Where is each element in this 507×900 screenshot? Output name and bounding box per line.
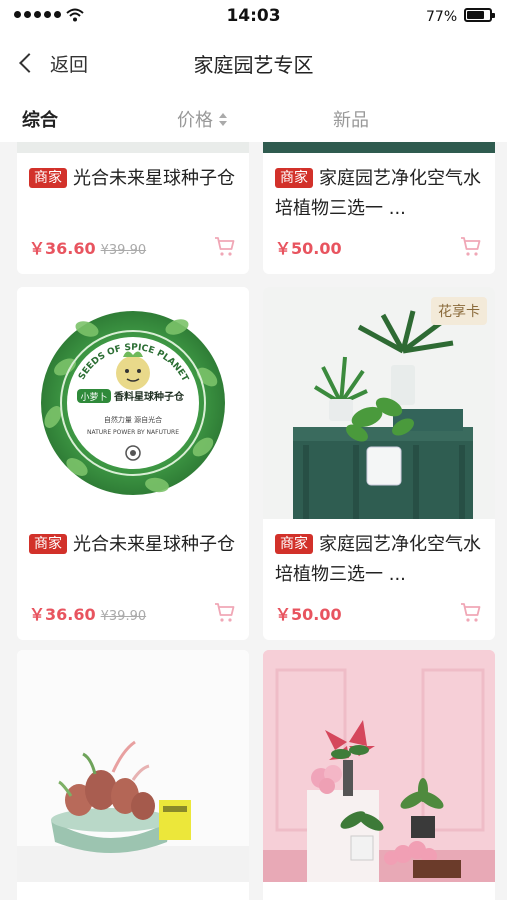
product-card[interactable]	[17, 650, 249, 900]
bulb-plant-image	[17, 650, 249, 882]
cart-icon[interactable]	[213, 235, 237, 259]
merchant-badge: 商家	[275, 534, 313, 554]
pink-room-plants-image	[263, 650, 495, 882]
product-card[interactable]: 花享卡 商家 家庭园艺净化空气水培植物三选一 ... ￥50.00	[263, 287, 495, 640]
product-name: 光合未来星球种子仓	[73, 168, 235, 189]
cart-icon[interactable]	[459, 235, 483, 259]
merchant-badge: 商家	[29, 168, 67, 188]
product-title: 商家 光合未来星球种子仓	[29, 164, 237, 194]
product-price: ￥50.00	[275, 239, 342, 258]
battery-percent: 77%	[426, 9, 458, 25]
product-title: 商家 家庭园艺净化空气水培植物三选一 ...	[275, 530, 483, 590]
product-name: 光合未来星球种子仓	[73, 534, 235, 555]
seed-package-image: SEEDS OF SPICE PLANET 小萝卜 香料星球种子仓 自然力量 源…	[41, 311, 225, 495]
original-price: ¥39.90	[100, 243, 147, 258]
product-title: 商家 家庭园艺净化空气水培植物三选一 ...	[275, 164, 483, 224]
cart-icon[interactable]	[213, 601, 237, 625]
product-grid[interactable]: 商家 光合未来星球种子仓 ￥36.60 ¥39.90 商家 家庭园艺净化空气水培植物三…	[0, 142, 507, 900]
filter-bar: 综合 价格 新品	[0, 92, 507, 142]
product-image	[263, 650, 495, 882]
product-card[interactable]: SEEDS OF SPICE PLANET 小萝卜 香料星球种子仓 自然力量 源…	[17, 287, 249, 640]
seed-name: 香料星球种子仓	[114, 390, 185, 403]
merchant-badge: 商家	[29, 534, 67, 554]
flower-card-ribbon: 花享卡	[431, 297, 487, 325]
tab-comprehensive[interactable]: 综合	[22, 106, 58, 132]
seed-line1: 自然力量 源自光合	[104, 415, 162, 424]
product-image: SEEDS OF SPICE PLANET 小萝卜 香料星球种子仓 自然力量 源…	[17, 287, 249, 519]
cart-icon[interactable]	[459, 601, 483, 625]
tab-price-label: 价格	[177, 110, 213, 131]
tab-price[interactable]: 价格	[177, 106, 227, 132]
product-card[interactable]: 商家 家庭园艺净化空气水培植物三选一 ... ￥50.00	[263, 142, 495, 274]
product-image: 花享卡	[263, 287, 495, 519]
tab-new[interactable]: 新品	[333, 106, 369, 132]
page-title: 家庭园艺专区	[193, 53, 314, 77]
price-value: ￥36.60	[29, 605, 96, 624]
product-image	[17, 650, 249, 882]
price-value: ￥36.60	[29, 239, 96, 258]
status-bar: 14:03 77%	[0, 0, 507, 34]
product-title: 商家 光合未来星球种子仓	[29, 530, 237, 560]
original-price: ¥39.90	[100, 609, 147, 624]
seed-tag: 小萝卜	[80, 392, 107, 403]
product-card[interactable]	[263, 650, 495, 900]
battery-icon	[464, 8, 495, 22]
nav-bar: 返回 家庭园艺专区	[0, 34, 507, 92]
merchant-badge: 商家	[275, 168, 313, 188]
product-image	[17, 142, 249, 153]
sort-icon	[219, 112, 227, 126]
product-price: ￥36.60 ¥39.90	[29, 235, 146, 259]
product-price: ￥36.60 ¥39.90	[29, 601, 146, 625]
product-card[interactable]: 商家 光合未来星球种子仓 ￥36.60 ¥39.90	[17, 142, 249, 274]
product-price: ￥50.00	[275, 605, 342, 624]
seed-line2: NATURE POWER BY NAFUTURE	[87, 429, 179, 436]
product-image	[263, 142, 495, 153]
